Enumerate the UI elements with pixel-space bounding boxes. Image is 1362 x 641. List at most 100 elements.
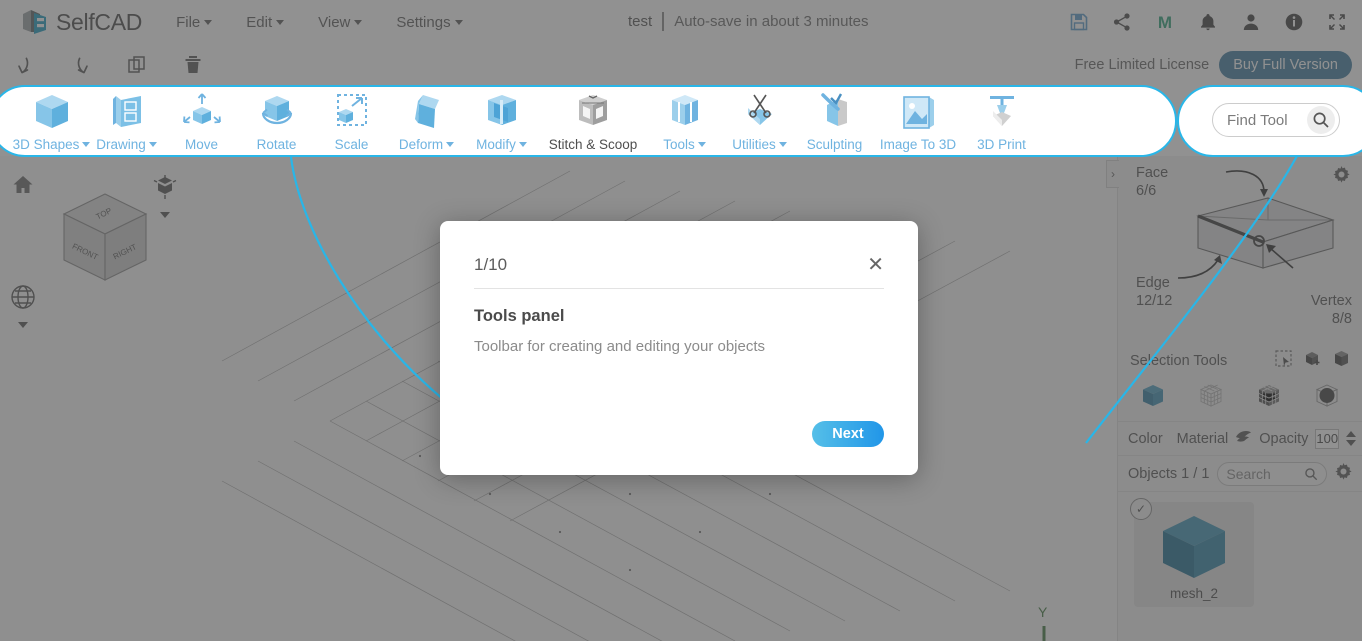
svg-text:M: M <box>1158 13 1172 32</box>
chevron-down-icon <box>354 19 363 25</box>
menu-view[interactable]: View <box>318 14 363 31</box>
objects-search-input[interactable]: Search <box>1217 461 1327 486</box>
object-selected-check[interactable]: ✓ <box>1130 498 1152 520</box>
menu-edit[interactable]: Edit <box>246 14 285 31</box>
list-item[interactable]: ✓ mesh_2 <box>1130 498 1254 607</box>
chevron-down-icon <box>454 19 463 25</box>
axis-label-y: Y <box>1038 604 1047 620</box>
tool-label: Tools <box>663 137 706 152</box>
add-select-icon[interactable] <box>1304 350 1321 372</box>
tool-label-text: Sculpting <box>806 137 863 152</box>
opacity-stepper[interactable] <box>1346 431 1357 446</box>
tools-icon <box>663 91 707 133</box>
fullscreen-icon[interactable] <box>1326 11 1348 33</box>
buy-full-version-button[interactable]: Buy Full Version <box>1219 51 1352 79</box>
title-divider <box>662 12 665 31</box>
vertex-value: 8/8 <box>1331 311 1352 327</box>
modify-icon <box>480 91 524 133</box>
license-bar: Free Limited License Buy Full Version <box>0 44 1362 86</box>
tool-label-text: 3D Print <box>977 137 1026 152</box>
autosave-status: Auto-save in about 3 minutes <box>674 13 869 30</box>
delete-icon[interactable] <box>180 52 206 78</box>
vertex-mode-icon[interactable] <box>1198 383 1224 414</box>
edge-label: Edge <box>1136 275 1170 291</box>
tour-step-counter: 1/10 <box>474 255 508 274</box>
tool-label-text: Stitch & Scoop <box>548 137 638 152</box>
find-tool-input[interactable]: Find Tool <box>1212 103 1340 137</box>
find-tool-area: Find Tool <box>1212 103 1340 137</box>
tool-label: Image To 3D <box>880 137 956 152</box>
chevron-down-icon <box>276 19 285 25</box>
opacity-input[interactable]: 100 <box>1315 428 1340 449</box>
redo-icon[interactable] <box>68 52 94 78</box>
tool-3d-print[interactable]: 3D Print <box>964 86 1039 152</box>
tool-sculpting[interactable]: Sculpting <box>797 86 872 152</box>
menu-settings-label: Settings <box>396 13 451 31</box>
info-icon[interactable] <box>1283 11 1305 33</box>
drawing-icon <box>105 91 149 133</box>
notifications-icon[interactable] <box>1197 11 1219 33</box>
license-status-area: Free Limited License Buy Full Version <box>1075 44 1352 86</box>
search-icon[interactable] <box>1307 106 1335 134</box>
sculpting-icon <box>813 91 857 133</box>
myminifactory-icon[interactable]: M <box>1154 11 1176 33</box>
tool-deform[interactable]: Deform <box>389 86 464 152</box>
rotate-icon <box>255 91 299 133</box>
3d-print-icon <box>980 91 1024 133</box>
vertex-label-group: Vertex 8/8 <box>1294 292 1352 328</box>
account-icon[interactable] <box>1240 11 1262 33</box>
top-icon-bar: M <box>1068 0 1348 44</box>
document-title[interactable]: test <box>628 13 652 30</box>
tool-rotate[interactable]: Rotate <box>239 86 314 152</box>
material-row: Color Material Opacity 100 <box>1118 422 1362 456</box>
tool-tools[interactable]: Tools <box>647 86 722 152</box>
save-icon[interactable] <box>1068 11 1090 33</box>
tool-utilities[interactable]: Utilities <box>722 86 797 152</box>
view-presets-icon[interactable] <box>152 174 178 224</box>
copy-icon[interactable] <box>124 52 150 78</box>
polygon-mode-icon[interactable] <box>1314 383 1340 414</box>
top-menu-bar: SelfCAD File Edit View Settings test Aut… <box>0 0 1362 44</box>
objects-count-label: Objects 1 / 1 <box>1128 465 1210 482</box>
vertex-label: Vertex <box>1310 293 1352 309</box>
menu-settings[interactable]: Settings <box>396 13 463 31</box>
box-select-icon[interactable] <box>1333 350 1350 372</box>
tool-label-text: Scale <box>334 137 369 152</box>
tool-label: Scale <box>335 137 369 152</box>
tool-label: Sculpting <box>807 137 863 152</box>
tool-label: Stitch & Scoop <box>549 137 638 152</box>
brand-logo[interactable]: SelfCAD <box>20 7 142 37</box>
camera-projection-icon[interactable] <box>10 284 36 334</box>
face-label: Face <box>1136 165 1169 181</box>
close-icon[interactable]: ✕ <box>867 255 884 275</box>
tool-move[interactable]: Move <box>164 86 239 152</box>
chevron-down-icon <box>204 19 213 25</box>
tool-3d-shapes[interactable]: 3D Shapes <box>12 86 91 152</box>
menu-file[interactable]: File <box>176 14 213 31</box>
cube-icon <box>30 91 74 133</box>
rect-select-icon[interactable] <box>1275 350 1292 372</box>
share-icon[interactable] <box>1111 11 1133 33</box>
tool-modify[interactable]: Modify <box>464 86 539 152</box>
tool-stitch-scoop[interactable]: Stitch & Scoop <box>539 86 647 152</box>
tool-image-to-3d[interactable]: Image To 3D <box>872 86 964 152</box>
undo-icon[interactable] <box>12 52 38 78</box>
home-view-icon[interactable] <box>12 174 34 201</box>
tool-drawing[interactable]: Drawing <box>89 86 164 152</box>
next-button[interactable]: Next <box>812 421 884 447</box>
tool-scale[interactable]: Scale <box>314 86 389 152</box>
tool-label-text: 3D Shapes <box>12 137 80 152</box>
tool-label: Move <box>185 137 218 152</box>
object-name: mesh_2 <box>1169 586 1219 601</box>
tool-label-text: Image To 3D <box>879 137 957 152</box>
opacity-label: Opacity <box>1259 430 1309 447</box>
objects-settings-icon[interactable] <box>1335 463 1352 484</box>
chevron-down-icon <box>778 142 787 147</box>
face-mode-icon[interactable] <box>1256 383 1282 414</box>
tool-label-text: Tools <box>663 137 695 152</box>
navigation-cube[interactable]: TOP FRONT RIGHT <box>50 184 160 299</box>
object-mode-icon[interactable] <box>1140 383 1166 414</box>
face-value: 6/6 <box>1136 183 1157 199</box>
tool-label-text: Drawing <box>96 137 146 152</box>
material-icon[interactable] <box>1235 428 1252 449</box>
